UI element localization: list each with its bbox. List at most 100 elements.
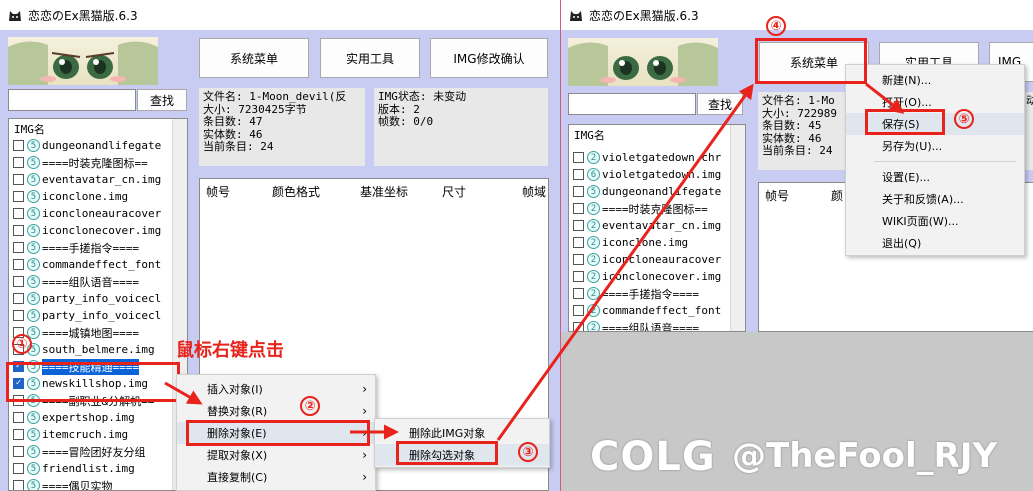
list-item[interactable]: 5 iconcloneauracover — [13, 205, 187, 222]
menu-item-exit[interactable]: 退出(Q) — [846, 232, 1024, 254]
checkbox[interactable] — [13, 174, 24, 185]
list-item[interactable]: 2 iconcloneauracover — [573, 251, 745, 268]
list-item[interactable]: 5 ====组队语音==== — [13, 273, 187, 290]
img-version-icon: 2 — [587, 151, 600, 164]
column-header-base-coord[interactable]: 基准坐标 — [360, 183, 408, 200]
list-item[interactable]: 2 ====手搓指令==== — [573, 285, 745, 302]
column-header-color-format[interactable]: 颜色格式 — [272, 183, 320, 200]
checkbox[interactable] — [13, 225, 24, 236]
checkbox[interactable] — [13, 429, 24, 440]
search-button[interactable]: 查找 — [137, 89, 187, 111]
list-item-label: iconclone.img — [602, 236, 689, 249]
search-input[interactable] — [8, 89, 136, 111]
checkbox[interactable] — [573, 203, 584, 214]
column-header-frame-domain[interactable]: 帧域 — [522, 183, 546, 200]
list-item[interactable]: 5 iconclone.img — [13, 188, 187, 205]
img-status: IMG状态: 未变动 — [378, 90, 467, 103]
checkbox[interactable] — [13, 446, 24, 457]
menu-item-copy[interactable]: 直接复制(C) › — [177, 466, 375, 488]
list-item[interactable]: 6 violetgatedown.img — [573, 166, 745, 183]
img-list-scrollbar[interactable] — [730, 125, 745, 331]
checkbox[interactable] — [573, 305, 584, 316]
checkbox[interactable] — [13, 157, 24, 168]
checkbox[interactable] — [13, 191, 24, 202]
list-item[interactable]: 2 iconclone.img — [573, 234, 745, 251]
menu-item-new[interactable]: 新建(N)... — [846, 69, 1024, 91]
list-item[interactable]: 5 south_belmere.img — [13, 341, 187, 358]
menu-item-settings[interactable]: 设置(E)... — [846, 166, 1024, 188]
checkbox[interactable] — [573, 237, 584, 248]
checkbox[interactable] — [573, 169, 584, 180]
checkbox[interactable] — [13, 310, 24, 321]
search-input[interactable] — [568, 93, 696, 115]
checkbox[interactable] — [13, 412, 24, 423]
menu-item-wiki[interactable]: WIKI页面(W)... — [846, 210, 1024, 232]
menu-item-about[interactable]: 关于和反馈(A)... — [846, 188, 1024, 210]
img-version-icon: 5 — [27, 173, 40, 186]
selection-highlight-box — [6, 362, 180, 402]
list-item-label: violetgatedown.chr — [602, 151, 722, 164]
list-item[interactable]: 5 party_info_voicecl — [13, 290, 187, 307]
checkbox[interactable] — [573, 271, 584, 282]
list-item[interactable]: 5 ====偶贝实物 — [13, 477, 187, 491]
search-button[interactable]: 查找 — [697, 93, 743, 115]
step-1-badge: ① — [12, 334, 32, 354]
list-item[interactable]: 5 expertshop.img — [13, 409, 187, 426]
checkbox[interactable] — [13, 480, 24, 490]
list-item[interactable]: 5 dungeonandlifegate — [573, 183, 745, 200]
checkbox[interactable] — [13, 463, 24, 474]
img-version-icon: 2 — [587, 253, 600, 266]
checkbox[interactable] — [573, 322, 584, 331]
list-item-label: dungeonandlifegate — [602, 185, 722, 198]
list-item[interactable]: 5 ====手搓指令==== — [13, 239, 187, 256]
checkbox[interactable] — [13, 140, 24, 151]
list-item-label: dungeonandlifegate — [42, 139, 162, 152]
checkbox[interactable] — [573, 254, 584, 265]
checkbox[interactable] — [13, 259, 24, 270]
menu-item-insert[interactable]: 插入对象(I) › — [177, 378, 375, 400]
list-item[interactable]: 5 ====时装克隆图标== — [13, 154, 187, 171]
list-item[interactable]: 2 iconclonecover.img — [573, 268, 745, 285]
checkbox[interactable] — [13, 276, 24, 287]
list-item[interactable]: 5 itemcruch.img — [13, 426, 187, 443]
list-item-label: expertshop.img — [42, 411, 135, 424]
img-list[interactable]: IMG名 2 violetgatedown.chr 6 violetgatedown.… — [568, 124, 746, 332]
menu-item-replace[interactable]: 替换对象(R) › — [177, 400, 375, 422]
system-menu-button[interactable]: 系统菜单 — [199, 38, 309, 78]
checkbox[interactable] — [573, 152, 584, 163]
checkbox[interactable] — [13, 242, 24, 253]
left-titlebar: 恋恋のEx黑猫版.6.3 — [0, 0, 560, 30]
img-version-icon: 5 — [587, 185, 600, 198]
list-item[interactable]: 2 commandeffect_font — [573, 302, 745, 319]
img-confirm-button[interactable]: IMG修改确认 — [430, 38, 548, 78]
list-item[interactable]: 5 eventavatar_cn.img — [13, 171, 187, 188]
column-header-color-format[interactable]: 颜 — [831, 187, 843, 204]
column-header-size[interactable]: 尺寸 — [442, 183, 466, 200]
column-header-frame[interactable]: 帧号 — [765, 187, 789, 204]
list-item[interactable]: 5 commandeffect_font — [13, 256, 187, 273]
checkbox[interactable] — [573, 288, 584, 299]
list-item[interactable]: 2 eventavatar_cn.img — [573, 217, 745, 234]
checkbox[interactable] — [573, 220, 584, 231]
list-item-label: ====偶贝实物 — [42, 479, 113, 491]
menu-item-save-as[interactable]: 另存为(U)... — [846, 135, 1024, 157]
img-version-icon: 5 — [27, 428, 40, 441]
list-item[interactable]: 5 friendlist.img — [13, 460, 187, 477]
list-item[interactable]: 5 iconclonecover.img — [13, 222, 187, 239]
list-item[interactable]: 2 ====组队语音==== — [573, 319, 745, 331]
column-header-frame[interactable]: 帧号 — [206, 183, 230, 200]
list-item[interactable]: 5 ====冒险团好友分组 — [13, 443, 187, 460]
list-item-label: ====冒险团好友分组 — [42, 445, 146, 459]
checkbox[interactable] — [13, 293, 24, 304]
list-item[interactable]: 5 party_info_voicecl — [13, 307, 187, 324]
list-item[interactable]: 5 ====城镇地图==== — [13, 324, 187, 341]
img-list[interactable]: IMG名 5 dungeonandlifegate 5 ====时装克隆图标== 5 ev… — [8, 118, 188, 491]
checkbox[interactable] — [573, 186, 584, 197]
chevron-right-icon: › — [362, 448, 367, 462]
list-item[interactable]: 5 dungeonandlifegate — [13, 137, 187, 154]
menu-item-extract[interactable]: 提取对象(X) › — [177, 444, 375, 466]
list-item[interactable]: 2 violetgatedown.chr — [573, 149, 745, 166]
tools-button[interactable]: 实用工具 — [320, 38, 420, 78]
list-item[interactable]: 2 ====时装克隆图标== — [573, 200, 745, 217]
checkbox[interactable] — [13, 208, 24, 219]
